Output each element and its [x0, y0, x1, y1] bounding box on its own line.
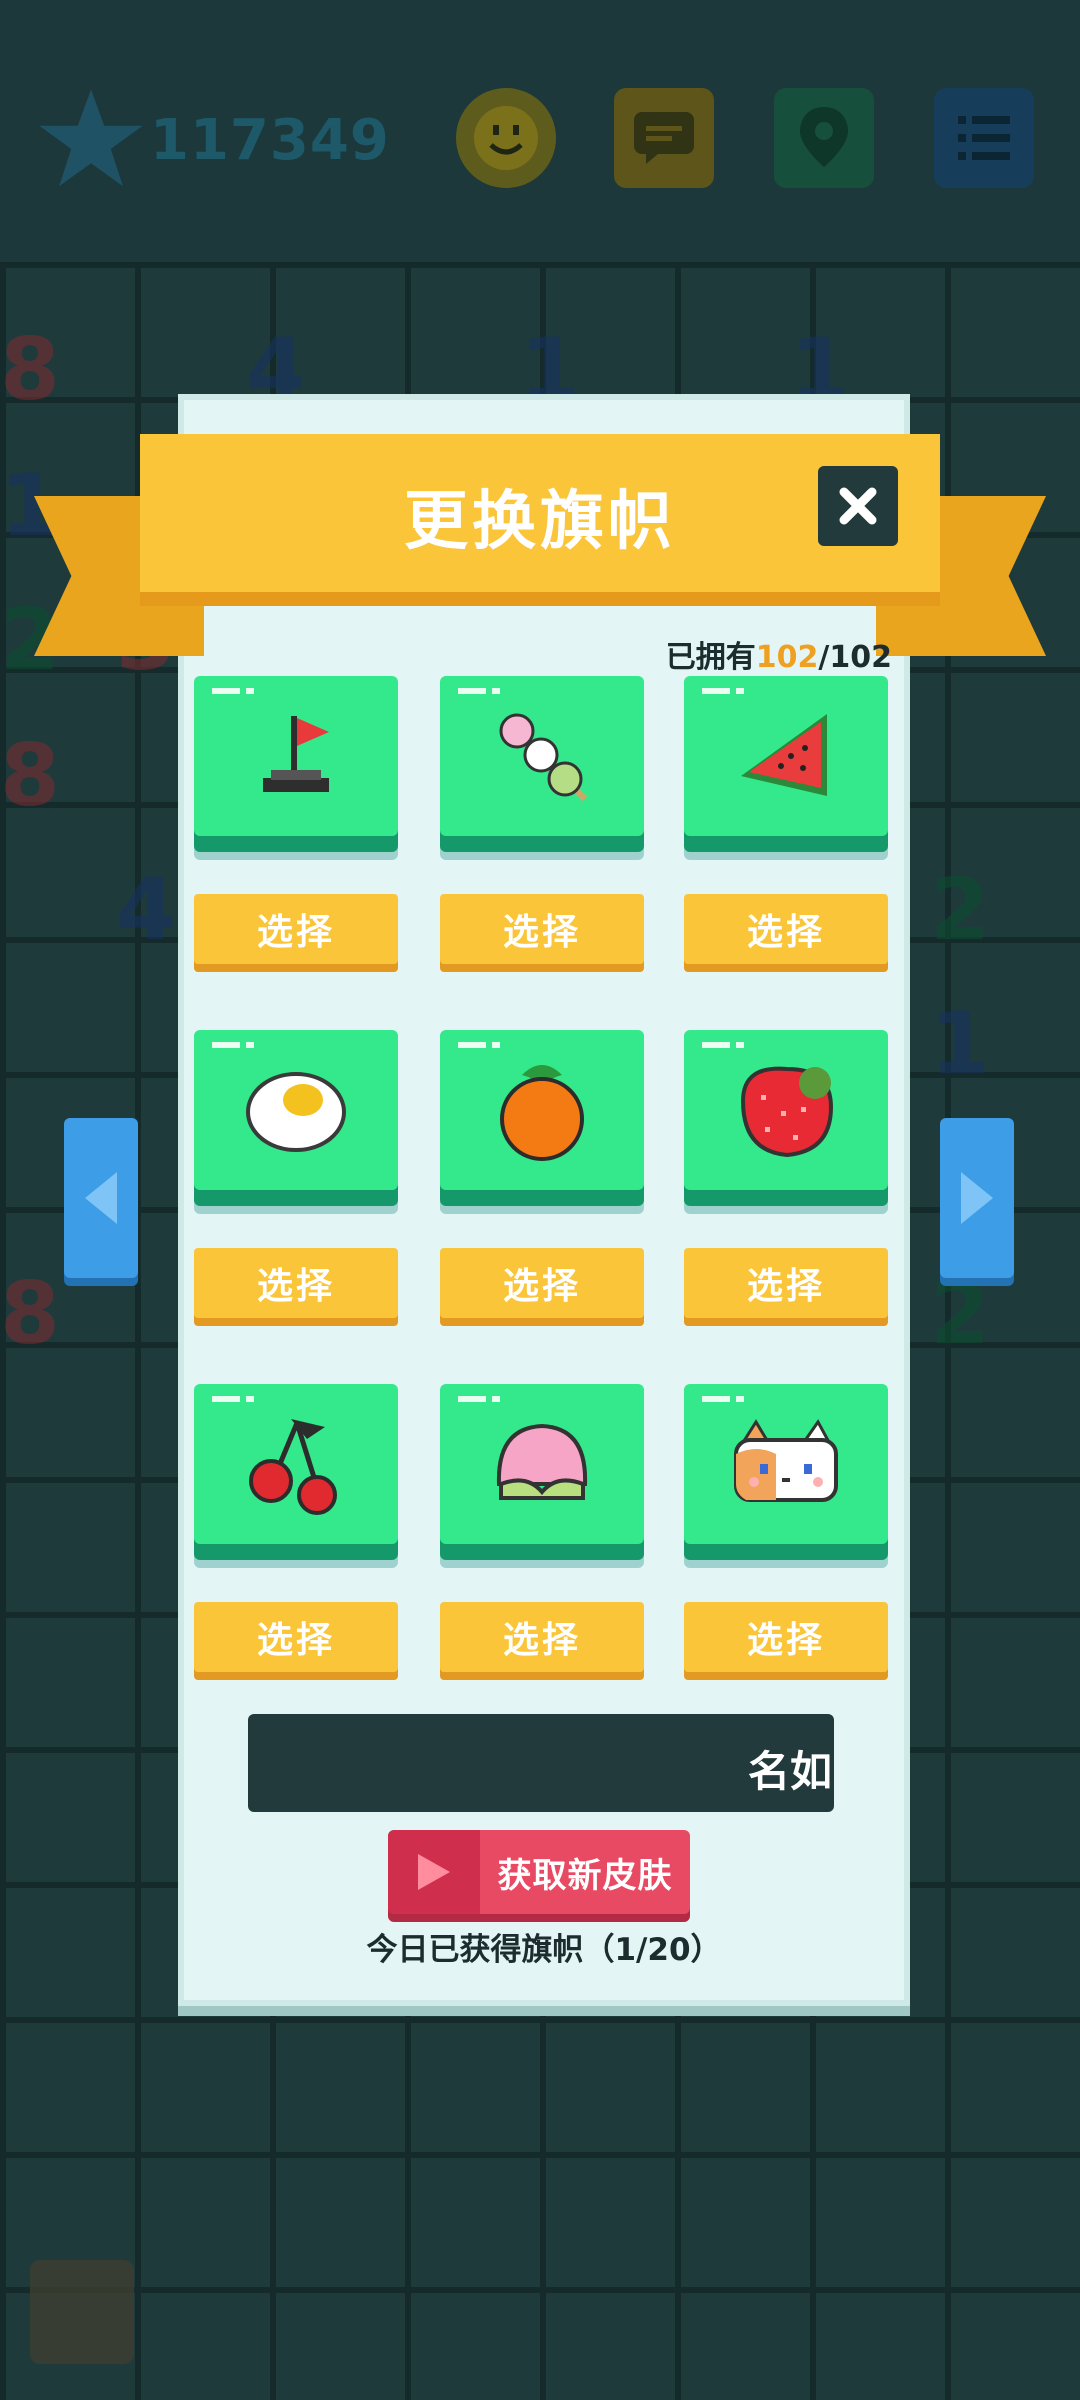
prev-page-button[interactable] [64, 1118, 138, 1278]
peach-icon [496, 1423, 588, 1500]
orange-card[interactable] [440, 1030, 644, 1190]
strawberry-icon [740, 1066, 834, 1158]
select-button[interactable]: 选择 [684, 894, 888, 964]
marquee-text: 名如 [748, 1747, 833, 1796]
strawberry-card[interactable] [684, 1030, 888, 1190]
cat-card[interactable] [684, 1384, 888, 1544]
dango-card[interactable] [440, 676, 644, 836]
cat-icon [734, 1419, 838, 1502]
cherry-card[interactable] [194, 1384, 398, 1544]
arrow-right-icon [961, 1172, 993, 1224]
daily-flag-progress: 今日已获得旗帜（1/20） [366, 1932, 722, 1968]
owned-total: /102 [818, 640, 892, 675]
shovel-button[interactable] [30, 2260, 134, 2364]
egg-card[interactable] [194, 1030, 398, 1190]
select-button[interactable]: 选择 [194, 1248, 398, 1318]
watermelon-icon [741, 714, 827, 796]
get-new-skin-button[interactable]: 获取新皮肤 [388, 1830, 690, 1914]
peach-card[interactable] [440, 1384, 644, 1544]
orange-icon [500, 1065, 584, 1161]
close-icon [839, 487, 877, 525]
select-button[interactable]: 选择 [684, 1248, 888, 1318]
select-button[interactable]: 选择 [440, 1248, 644, 1318]
play-icon [388, 1830, 480, 1914]
watermelon-card[interactable] [684, 676, 888, 836]
get-new-skin-label: 获取新皮肤 [497, 1855, 673, 1896]
select-button[interactable]: 选择 [684, 1602, 888, 1672]
egg-icon [246, 1072, 346, 1152]
red-flag-icon [263, 716, 329, 792]
select-button[interactable]: 选择 [194, 894, 398, 964]
select-button[interactable]: 选择 [194, 1602, 398, 1672]
cherry-icon [249, 1419, 337, 1515]
select-button[interactable]: 选择 [440, 894, 644, 964]
owned-label: 已拥有 [665, 640, 756, 675]
marquee-bar: 名如 [248, 1714, 834, 1812]
arrow-left-icon [85, 1172, 117, 1224]
select-button[interactable]: 选择 [440, 1602, 644, 1672]
close-button[interactable] [818, 466, 898, 546]
dango-icon [499, 713, 588, 802]
next-page-button[interactable] [940, 1118, 1014, 1278]
owned-count: 已拥有102/102 [666, 632, 892, 676]
flag-card[interactable] [194, 676, 398, 836]
owned-number: 102 [755, 640, 819, 675]
